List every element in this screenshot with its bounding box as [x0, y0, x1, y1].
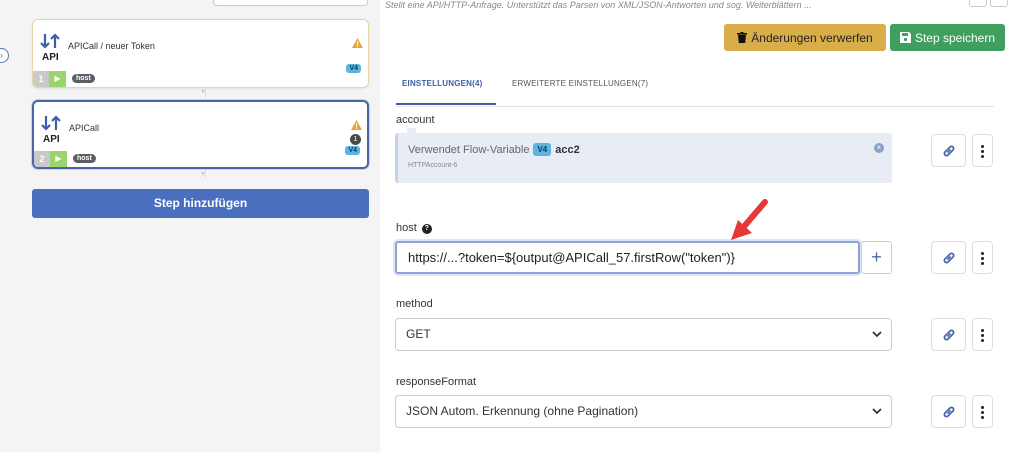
- run-step-icon[interactable]: ▶: [49, 71, 66, 87]
- step-title: APICall / neuer Token: [68, 41, 155, 51]
- header-action-button[interactable]: [990, 0, 1008, 7]
- save-label: Step speichern: [914, 30, 996, 45]
- method-value: GET: [406, 327, 431, 341]
- host-label: host: [396, 222, 417, 234]
- step-number-badge: 1 ▶: [33, 71, 66, 87]
- more-options-button[interactable]: [972, 134, 993, 167]
- host-label-wrap: host?: [396, 222, 432, 234]
- tab-divider: [396, 106, 994, 107]
- version-badge: V4: [346, 64, 361, 73]
- tab-settings[interactable]: EINSTELLUNGEN(4): [396, 72, 496, 105]
- host-tag: host: [73, 154, 96, 163]
- kebab-dot-icon: [981, 252, 984, 255]
- connector-arrow-icon: ▾: [201, 87, 206, 96]
- account-label: account: [396, 114, 435, 126]
- more-options-button[interactable]: [972, 395, 993, 428]
- kebab-dot-icon: [981, 416, 984, 419]
- method-select[interactable]: GET: [395, 318, 892, 351]
- kebab-dot-icon: [981, 257, 984, 260]
- response-format-label: responseFormat: [396, 376, 477, 388]
- trash-icon: [737, 32, 748, 43]
- discard-label: Änderungen verwerfen: [751, 30, 873, 45]
- kebab-dot-icon: [981, 155, 984, 158]
- kebab-dot-icon: [981, 406, 984, 409]
- help-icon[interactable]: ?: [421, 224, 432, 234]
- account-subtext: HTTPAccount-6: [408, 162, 458, 169]
- link-icon: [943, 329, 955, 341]
- step-count-badge: 1: [350, 134, 361, 145]
- step-list-panel: › API APICall / neuer Token V4 1 ▶ host …: [0, 0, 380, 452]
- step-title: APICall: [69, 123, 100, 133]
- link-variable-button[interactable]: [931, 134, 966, 167]
- host-input[interactable]: https://...?token=${output@APICall_57.fi…: [395, 241, 860, 274]
- host-tag: host: [72, 74, 95, 83]
- link-variable-button[interactable]: [931, 318, 966, 351]
- discard-changes-button[interactable]: Änderungen verwerfen: [724, 24, 886, 51]
- version-badge: V4: [533, 143, 552, 156]
- collapse-toggle-icon[interactable]: ›: [0, 48, 9, 63]
- kebab-dot-icon: [981, 334, 984, 337]
- account-variable-box[interactable]: Verwendet Flow-Variable V4 acc2 HTTPAcco…: [395, 133, 892, 183]
- run-step-icon[interactable]: ▶: [50, 151, 67, 167]
- chevron-down-icon: [872, 331, 882, 338]
- api-label: API: [42, 52, 59, 63]
- step-card-2[interactable]: API APICall 1 V4 2 ▶ host: [32, 100, 369, 169]
- save-step-button[interactable]: Step speichern: [890, 24, 1005, 51]
- api-label: API: [43, 134, 60, 145]
- link-icon: [943, 406, 955, 418]
- kebab-dot-icon: [981, 339, 984, 342]
- chevron-down-icon: [872, 408, 882, 415]
- link-variable-button[interactable]: [931, 395, 966, 428]
- step-card-1[interactable]: API APICall / neuer Token V4 1 ▶ host: [32, 19, 369, 88]
- api-arrows-icon: [40, 33, 60, 49]
- more-options-button[interactable]: [972, 241, 993, 274]
- response-format-value: JSON Autom. Erkennung (ohne Pagination): [406, 404, 639, 418]
- connector-line: [205, 170, 206, 178]
- link-icon: [943, 252, 955, 264]
- api-arrows-icon: [41, 115, 61, 131]
- method-label: method: [396, 298, 433, 310]
- step-editor-panel: Stellt eine API/HTTP-Anfrage. Unterstütz…: [380, 0, 1022, 452]
- step-number-badge: 2 ▶: [34, 151, 67, 167]
- clear-icon[interactable]: ×: [874, 143, 884, 153]
- more-options-button[interactable]: [972, 318, 993, 351]
- floppy-disk-icon: [899, 32, 911, 43]
- connector-arrow-icon: ▾: [201, 169, 206, 178]
- flow-variable-prefix: Verwendet Flow-Variable: [408, 143, 530, 156]
- kebab-dot-icon: [981, 411, 984, 414]
- step-number: 1: [33, 71, 49, 87]
- kebab-dot-icon: [981, 145, 984, 148]
- add-variable-button[interactable]: +: [861, 241, 892, 274]
- step-description: Stellt eine API/HTTP-Anfrage. Unterstütz…: [385, 0, 812, 10]
- link-variable-button[interactable]: [931, 241, 966, 274]
- connector-line: [205, 89, 206, 98]
- step-search-input[interactable]: [213, 0, 368, 6]
- step-number: 2: [34, 151, 50, 167]
- tab-advanced-settings[interactable]: ERWEITERTE EINSTELLUNGEN(7): [512, 72, 648, 105]
- account-value: acc2: [555, 143, 580, 156]
- kebab-dot-icon: [981, 150, 984, 153]
- header-action-button[interactable]: [969, 0, 987, 7]
- add-step-button[interactable]: Step hinzufügen: [32, 189, 369, 218]
- account-variable-line: Verwendet Flow-Variable V4 acc2: [408, 143, 580, 156]
- kebab-dot-icon: [981, 329, 984, 332]
- response-format-select[interactable]: JSON Autom. Erkennung (ohne Pagination): [395, 395, 892, 428]
- annotation-arrow-icon: [731, 199, 768, 240]
- link-icon: [943, 145, 955, 157]
- warning-icon: [351, 120, 362, 130]
- version-badge: V4: [345, 146, 360, 155]
- warning-icon: [352, 38, 363, 48]
- kebab-dot-icon: [981, 262, 984, 265]
